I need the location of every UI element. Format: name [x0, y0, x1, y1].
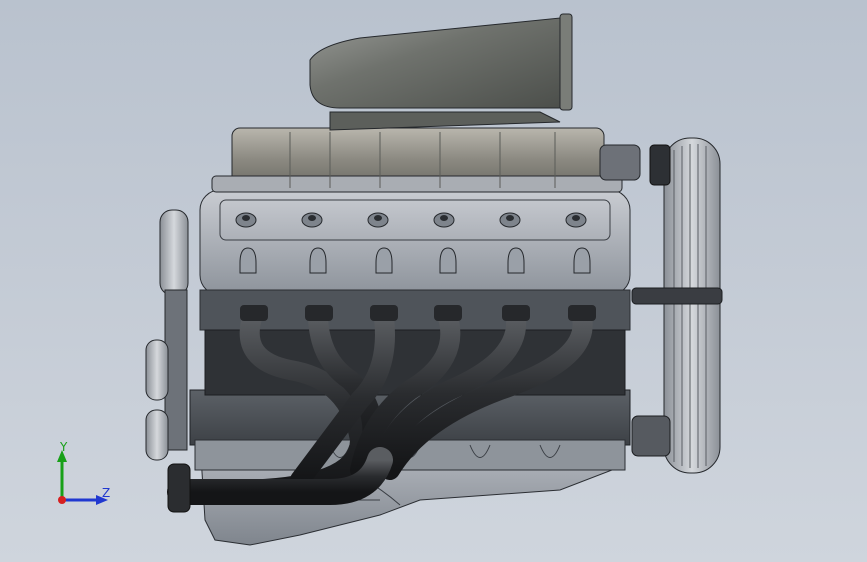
bolt-boss: [499, 212, 521, 228]
y-axis-label: Y: [60, 440, 68, 454]
supercharger[interactable]: [211, 127, 641, 193]
bolt-boss: [301, 212, 323, 228]
z-axis-label: Z: [102, 486, 111, 500]
bolt-boss: [565, 212, 587, 228]
right-belt-drive[interactable]: [631, 137, 723, 474]
scoop-lip: [559, 13, 573, 111]
left-accessory-drive[interactable]: [145, 209, 189, 461]
intake-scoop[interactable]: [309, 13, 573, 131]
exhaust-collector[interactable]: [167, 463, 191, 513]
bolt-boss: [367, 212, 389, 228]
cad-viewport[interactable]: [0, 0, 867, 562]
triad-axes: [57, 450, 108, 505]
x-axis-dot: [58, 496, 66, 504]
coordinate-triad: Y Z: [44, 438, 124, 518]
bolt-boss: [235, 212, 257, 228]
bolt-boss: [433, 212, 455, 228]
blower-snout: [599, 144, 641, 181]
